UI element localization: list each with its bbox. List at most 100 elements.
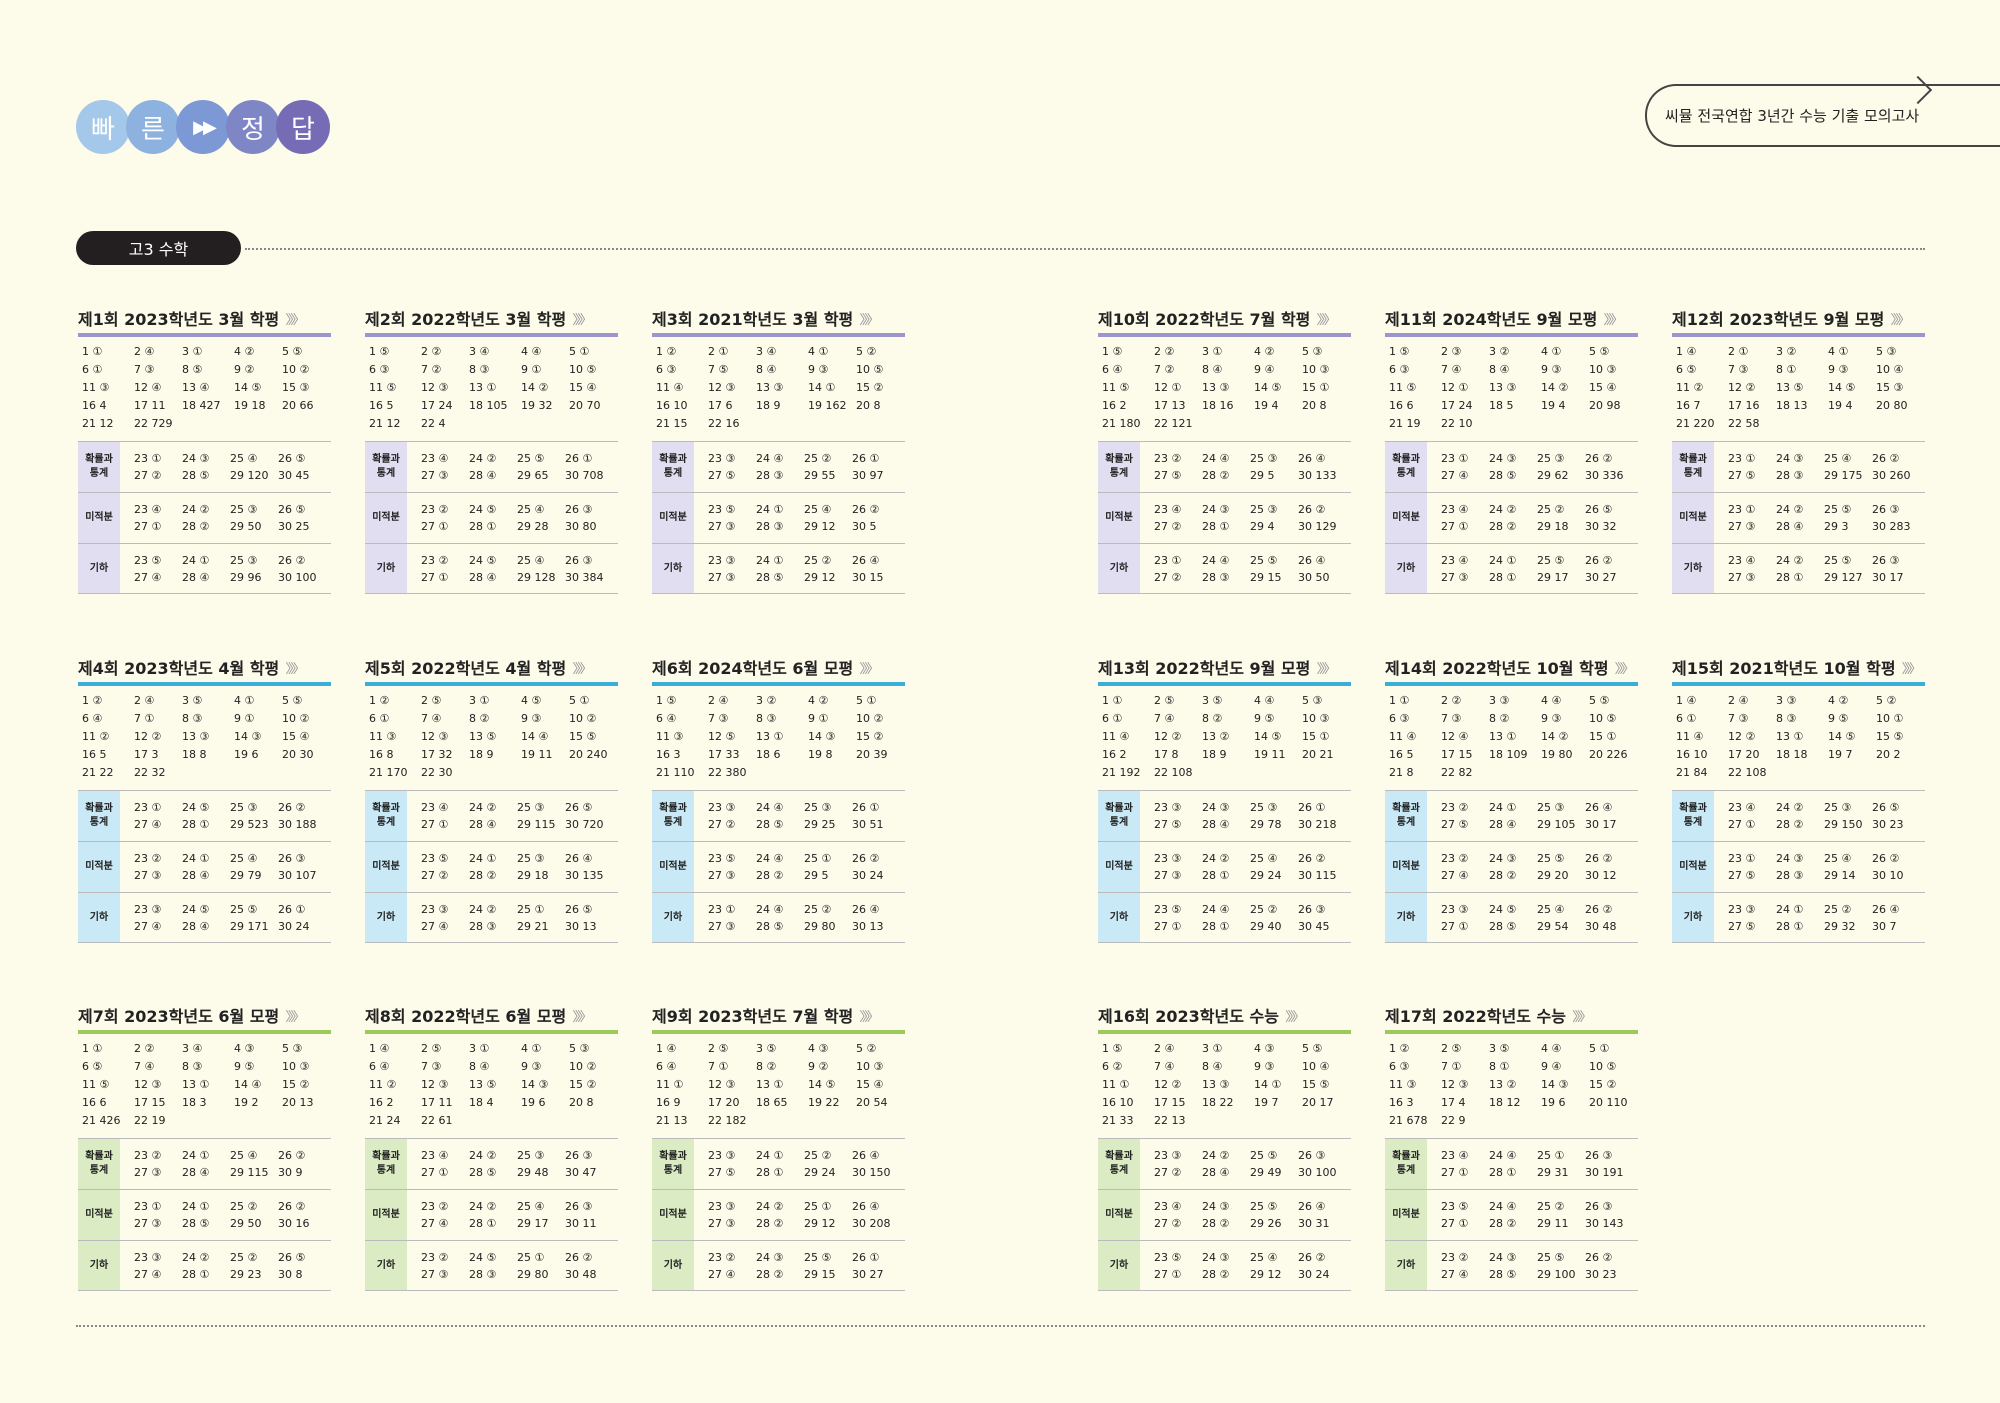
answer-item: 13 ②	[1202, 730, 1230, 743]
chevron-right-icon: 〉〉〉〉	[1901, 661, 1922, 677]
elective-label: 미적분	[1385, 493, 1427, 543]
answer-item: 5 ⑤	[1302, 1042, 1323, 1055]
elective-row: 기하 23 ③ 24 ① 25 ② 26 ④ 27 ③ 28 ⑤ 29 12 30 15	[652, 543, 905, 594]
answer-item: 16 10	[1102, 1096, 1134, 1109]
elective-answers: 23 ① 24 ② 25 ⑤ 26 ③ 27 ③ 28 ④ 29 3 30 283	[1714, 493, 1920, 543]
answer-item: 22 13	[1154, 1114, 1186, 1127]
elective-answers: 23 ③ 24 ⑤ 25 ⑤ 26 ① 27 ④ 28 ④ 29 171 30 24	[120, 893, 326, 942]
elective-row: 미적분 23 ④ 24 ② 25 ③ 26 ⑤ 27 ① 28 ② 29 50 30 25	[78, 492, 331, 543]
answer-item: 13 ①	[182, 1078, 210, 1091]
answer-item: 26 ⑤	[278, 452, 306, 465]
answer-item: 30 208	[852, 1217, 891, 1230]
answer-item: 28 ⑤	[182, 1217, 210, 1230]
answer-item: 28 ④	[469, 469, 497, 482]
answer-item: 23 ⑤	[1441, 1200, 1469, 1213]
elective-row: 확률과 통계 23 ③ 24 ④ 25 ③ 26 ① 27 ② 28 ⑤ 29 25 30 51	[652, 790, 905, 841]
answer-item: 15 ④	[569, 381, 597, 394]
answer-item: 23 ①	[134, 801, 162, 814]
answer-item: 1 ①	[1102, 694, 1123, 707]
answer-item: 24 ①	[182, 852, 210, 865]
title-underline	[365, 333, 618, 337]
answer-item: 29 11	[1537, 1217, 1569, 1230]
answer-item: 7 ①	[1441, 1060, 1462, 1073]
answer-item: 10 ③	[1302, 712, 1330, 725]
elective-label: 확률과 통계	[1098, 1139, 1140, 1189]
answer-item: 21 426	[82, 1114, 121, 1127]
answer-item: 10 ④	[1302, 1060, 1330, 1073]
elective-label: 미적분	[1098, 493, 1140, 543]
common-answers: 1 ② 2 ⑤ 3 ⑤ 4 ④ 5 ① 6 ③ 7 ① 8 ① 9 ④ 10 ⑤ 11 ③ 12 ③ 1…	[1385, 1040, 1638, 1130]
answer-item: 28 ④	[469, 570, 497, 584]
elective-row: 확률과 통계 23 ③ 24 ④ 25 ② 26 ① 27 ⑤ 28 ③ 29 55 30 97	[652, 441, 905, 492]
answer-item: 27 ③	[1728, 570, 1756, 584]
answer-item: 7 ④	[421, 712, 442, 725]
answer-item: 30 51	[852, 818, 884, 831]
exam-title-text: 제12회 2023학년도 9월 모평	[1672, 310, 1885, 329]
answer-item: 30 31	[1298, 1217, 1330, 1230]
elective-answers: 23 ① 24 ④ 25 ② 26 ④ 27 ③ 28 ⑤ 29 80 30 13	[694, 893, 900, 942]
answer-item: 1 ⑤	[1389, 345, 1410, 358]
answer-item: 28 ③	[1776, 469, 1804, 482]
answer-item: 13 ③	[1202, 1078, 1230, 1091]
answer-item: 30 107	[278, 869, 317, 882]
answer-item: 1 ①	[82, 345, 103, 358]
answer-item: 10 ④	[1876, 363, 1904, 376]
answer-item: 28 ②	[1489, 869, 1517, 882]
answer-item: 25 ⑤	[1537, 1250, 1565, 1264]
answer-item: 27 ③	[708, 1217, 736, 1230]
elective-row: 기하 23 ③ 24 ⑤ 25 ⑤ 26 ① 27 ④ 28 ④ 29 171 30 24	[78, 892, 331, 943]
answer-item: 29 79	[230, 869, 262, 882]
answer-item: 14 ⑤	[1828, 730, 1856, 743]
answer-item: 6 ④	[1102, 363, 1123, 376]
answer-item: 18 22	[1202, 1096, 1234, 1109]
answer-item: 28 ①	[1489, 570, 1517, 584]
answer-item: 11 ④	[656, 381, 684, 394]
answer-item: 22 121	[1154, 417, 1193, 430]
answer-item: 19 22	[808, 1096, 840, 1109]
answer-item: 22 30	[421, 766, 453, 779]
answer-item: 6 ⑤	[82, 1060, 103, 1073]
answer-item: 7 ②	[421, 363, 442, 376]
answer-item: 19 4	[1541, 399, 1566, 412]
elective-label: 미적분	[1385, 842, 1427, 892]
title-circle: 정	[226, 100, 280, 154]
answer-item: 29 12	[804, 1217, 836, 1230]
elective-answers: 23 ② 24 ③ 25 ⑤ 26 ② 27 ④ 28 ② 29 20 30 12	[1427, 842, 1633, 892]
exam-answer-block: 제8회 2022학년도 6월 모평 〉〉〉〉 1 ④ 2 ⑤ 3 ① 4 ① 5 ③ 6 ④ 7…	[365, 1004, 618, 1291]
answer-item: 14 ④	[234, 1078, 262, 1091]
elective-row: 미적분 23 ④ 24 ③ 25 ⑤ 26 ④ 27 ② 28 ② 29 26 30 31	[1098, 1189, 1351, 1240]
answer-item: 27 ①	[1441, 919, 1469, 933]
answer-item: 4 ①	[808, 345, 829, 358]
answer-item: 26 ③	[565, 503, 593, 516]
answer-item: 8 ③	[1776, 712, 1797, 725]
elective-row: 미적분 23 ② 24 ③ 25 ⑤ 26 ② 27 ④ 28 ② 29 20 30 12	[1385, 841, 1638, 892]
elective-answers: 23 ④ 24 ② 25 ③ 26 ⑤ 27 ① 28 ② 29 50 30 25	[120, 493, 326, 543]
answer-item: 26 ②	[278, 1149, 306, 1162]
exam-title-text: 제15회 2021학년도 10월 학평	[1672, 659, 1896, 678]
answer-item: 8 ②	[1202, 712, 1223, 725]
answer-item: 24 ②	[1776, 801, 1804, 814]
common-answers: 1 ④ 2 ④ 3 ③ 4 ② 5 ② 6 ① 7 ③ 8 ③ 9 ⑤ 10 ① 11 ④ 12 ② 1…	[1672, 692, 1925, 782]
answer-item: 27 ③	[708, 520, 736, 533]
answer-item: 6 ③	[1389, 363, 1410, 376]
elective-row: 기하 23 ④ 24 ② 25 ⑤ 26 ③ 27 ③ 28 ① 29 127 30 17	[1672, 543, 1925, 594]
answer-item: 1 ⑤	[369, 345, 390, 358]
answer-item: 25 ②	[1250, 902, 1278, 916]
answer-item: 21 180	[1102, 417, 1141, 430]
elective-answers: 23 ② 24 ③ 25 ⑤ 26 ① 27 ④ 28 ② 29 15 30 27	[694, 1241, 900, 1290]
answer-item: 25 ②	[804, 1149, 832, 1162]
answer-item: 26 ③	[1872, 553, 1900, 567]
title-underline	[1098, 682, 1351, 686]
elective-answers: 23 ④ 24 ② 25 ③ 26 ③ 27 ① 28 ⑤ 29 48 30 47	[407, 1139, 613, 1189]
answer-item: 27 ③	[1154, 869, 1182, 882]
elective-row: 미적분 23 ④ 24 ② 25 ② 26 ⑤ 27 ① 28 ② 29 18 30 32	[1385, 492, 1638, 543]
subject-badge: 고3 수학	[76, 231, 241, 265]
answer-item: 25 ⑤	[1250, 553, 1278, 567]
title-underline	[365, 682, 618, 686]
elective-label: 확률과 통계	[78, 791, 120, 841]
elective-label: 기하	[365, 1241, 407, 1290]
elective-row: 확률과 통계 23 ① 24 ③ 25 ④ 26 ② 27 ⑤ 28 ③ 29 175 30 2…	[1672, 441, 1925, 492]
exam-title-text: 제11회 2024학년도 9월 모평	[1385, 310, 1598, 329]
answer-item: 27 ①	[1441, 1217, 1469, 1230]
answer-item: 27 ②	[421, 869, 449, 882]
